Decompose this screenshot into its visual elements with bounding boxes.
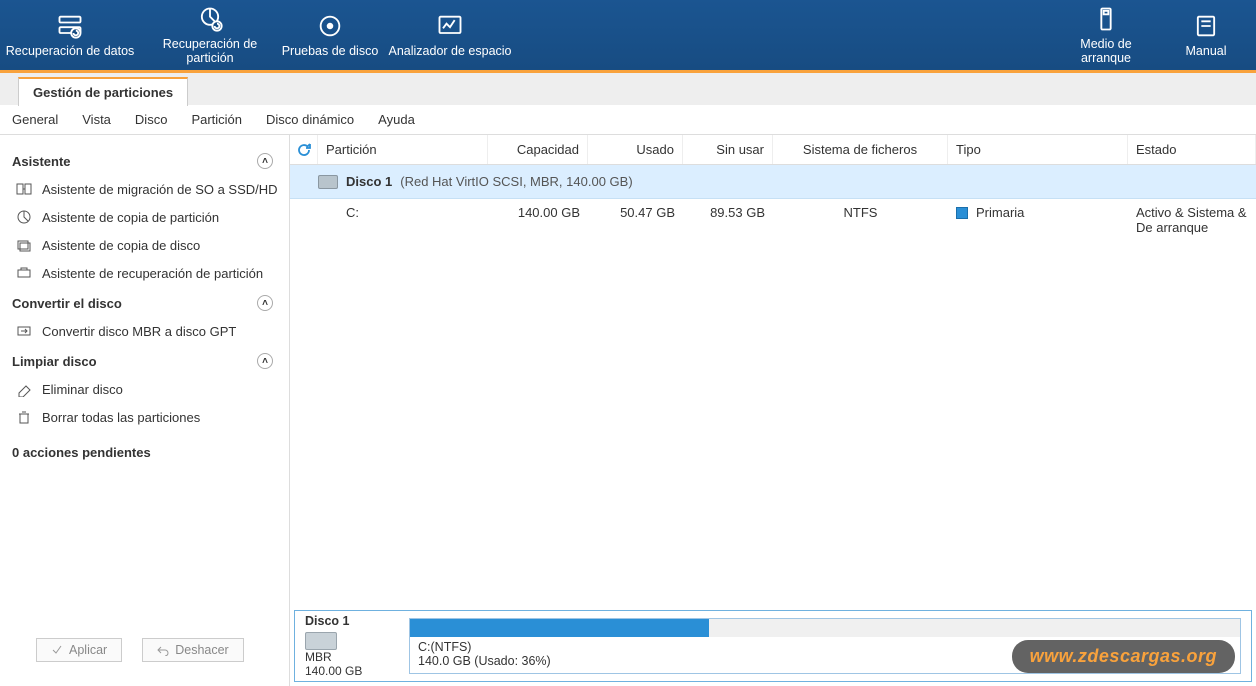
section-title: Convertir el disco <box>12 296 122 311</box>
manual-icon <box>1192 12 1220 40</box>
cell-state: Activo & Sistema & De arranque <box>1128 205 1256 235</box>
undo-icon <box>157 644 169 656</box>
cell-capacity: 140.00 GB <box>488 205 588 220</box>
section-clean[interactable]: Limpiar disco ˄ <box>12 353 283 369</box>
refresh-icon <box>296 142 312 158</box>
undo-button[interactable]: Deshacer <box>142 638 244 662</box>
cell-used: 50.47 GB <box>588 205 683 220</box>
tb-disk-tests[interactable]: Pruebas de disco <box>280 0 380 70</box>
delete-disk[interactable]: Eliminar disco <box>12 375 283 403</box>
menu-disk[interactable]: Disco <box>135 112 168 127</box>
type-text: Primaria <box>976 205 1024 220</box>
item-label: Asistente de recuperación de partición <box>42 266 263 281</box>
menu-partition[interactable]: Partición <box>191 112 242 127</box>
cell-type: Primaria <box>948 205 1128 220</box>
disk-group-row[interactable]: Disco 1 (Red Hat VirtIO SCSI, MBR, 140.0… <box>290 165 1256 199</box>
cell-unused: 89.53 GB <box>683 205 773 220</box>
item-label: Asistente de copia de disco <box>42 238 200 253</box>
tb-label: Manual <box>1186 44 1227 58</box>
recover-icon <box>16 265 32 281</box>
tb-data-recovery[interactable]: Recuperación de datos <box>0 0 140 70</box>
menu-dynamic-disk[interactable]: Disco dinámico <box>266 112 354 127</box>
tb-boot-media[interactable]: Medio de arranque <box>1056 0 1156 70</box>
apply-button[interactable]: Aplicar <box>36 638 122 662</box>
boot-media-icon <box>1092 5 1120 33</box>
disk-map-panel: Disco 1 MBR 140.00 GB C:(NTFS) 140.0 GB … <box>294 610 1252 682</box>
menu-help[interactable]: Ayuda <box>378 112 415 127</box>
tab-partition-management[interactable]: Gestión de particiones <box>18 77 188 106</box>
th-unused[interactable]: Sin usar <box>683 135 773 164</box>
btn-label: Deshacer <box>175 643 229 657</box>
disk-meta: (Red Hat VirtIO SCSI, MBR, 140.00 GB) <box>400 174 632 189</box>
item-label: Eliminar disco <box>42 382 123 397</box>
delete-all-partitions[interactable]: Borrar todas las particiones <box>12 403 283 431</box>
disk-size: 140.00 GB <box>305 664 362 678</box>
btn-label: Aplicar <box>69 643 107 657</box>
tb-label: Pruebas de disco <box>282 44 379 58</box>
tb-label: Recuperación de datos <box>6 44 135 58</box>
convert-icon <box>16 323 32 339</box>
item-label: Borrar todas las particiones <box>42 410 200 425</box>
eraser-icon <box>16 381 32 397</box>
refresh-button[interactable] <box>290 135 318 164</box>
content-area: Partición Capacidad Usado Sin usar Siste… <box>290 135 1256 686</box>
top-toolbar: Recuperación de datos Recuperación de pa… <box>0 0 1256 70</box>
disk-tests-icon <box>316 12 344 40</box>
item-label: Asistente de migración de SO a SSD/HD <box>42 182 278 197</box>
wizard-copy-partition[interactable]: Asistente de copia de partición <box>12 203 283 231</box>
tb-label: Recuperación de partición <box>140 37 280 65</box>
space-analyzer-icon <box>436 12 464 40</box>
partition-recovery-icon <box>196 5 224 33</box>
cell-filesystem: NTFS <box>773 205 948 220</box>
migrate-icon <box>16 181 32 197</box>
th-type[interactable]: Tipo <box>948 135 1128 164</box>
section-title: Limpiar disco <box>12 354 97 369</box>
tb-label: Medio de arranque <box>1056 37 1156 65</box>
th-state[interactable]: Estado <box>1128 135 1256 164</box>
pending-actions: 0 acciones pendientes <box>12 445 283 460</box>
chevron-up-icon: ˄ <box>257 353 273 369</box>
check-icon <box>51 644 63 656</box>
th-used[interactable]: Usado <box>588 135 683 164</box>
convert-mbr-gpt[interactable]: Convertir disco MBR a disco GPT <box>12 317 283 345</box>
th-filesystem[interactable]: Sistema de ficheros <box>773 135 948 164</box>
wizard-recover-partition[interactable]: Asistente de recuperación de partición <box>12 259 283 287</box>
disk-icon <box>305 632 337 650</box>
menu-view[interactable]: Vista <box>82 112 111 127</box>
sidebar: Asistente ˄ Asistente de migración de SO… <box>0 135 290 686</box>
th-partition[interactable]: Partición <box>318 135 488 164</box>
disk-name: Disco 1 <box>305 614 349 628</box>
wizard-os-migration[interactable]: Asistente de migración de SO a SSD/HD <box>12 175 283 203</box>
tab-row: Gestión de particiones <box>0 73 1256 105</box>
tb-partition-recovery[interactable]: Recuperación de partición <box>140 0 280 70</box>
cell-partition: C: <box>318 205 488 220</box>
usage-fill <box>410 619 709 637</box>
primary-color-icon <box>956 207 968 219</box>
wizard-copy-disk[interactable]: Asistente de copia de disco <box>12 231 283 259</box>
tb-label: Analizador de espacio <box>389 44 512 58</box>
menu-bar: General Vista Disco Partición Disco diná… <box>0 105 1256 135</box>
disk-icon <box>318 175 338 189</box>
data-recovery-icon <box>56 12 84 40</box>
menu-general[interactable]: General <box>12 112 58 127</box>
copy-disk-icon <box>16 237 32 253</box>
watermark: www.zdescargas.org <box>1012 640 1235 673</box>
tb-space-analyzer[interactable]: Analizador de espacio <box>380 0 520 70</box>
section-convert[interactable]: Convertir el disco ˄ <box>12 295 283 311</box>
section-title: Asistente <box>12 154 71 169</box>
tb-manual[interactable]: Manual <box>1156 0 1256 70</box>
partition-row eng table-row[interactable]: C: 140.00 GB 50.47 GB 89.53 GB NTFS Prim… <box>290 199 1256 241</box>
disk-name: Disco 1 <box>346 174 392 189</box>
section-wizard[interactable]: Asistente ˄ <box>12 153 283 169</box>
disk-summary[interactable]: Disco 1 MBR 140.00 GB <box>305 614 395 678</box>
item-label: Asistente de copia de partición <box>42 210 219 225</box>
th-capacity[interactable]: Capacidad <box>488 135 588 164</box>
item-label: Convertir disco MBR a disco GPT <box>42 324 236 339</box>
chevron-up-icon: ˄ <box>257 153 273 169</box>
chevron-up-icon: ˄ <box>257 295 273 311</box>
disk-scheme: MBR <box>305 650 332 664</box>
table-header: Partición Capacidad Usado Sin usar Siste… <box>290 135 1256 165</box>
copy-partition-icon <box>16 209 32 225</box>
trash-icon <box>16 409 32 425</box>
